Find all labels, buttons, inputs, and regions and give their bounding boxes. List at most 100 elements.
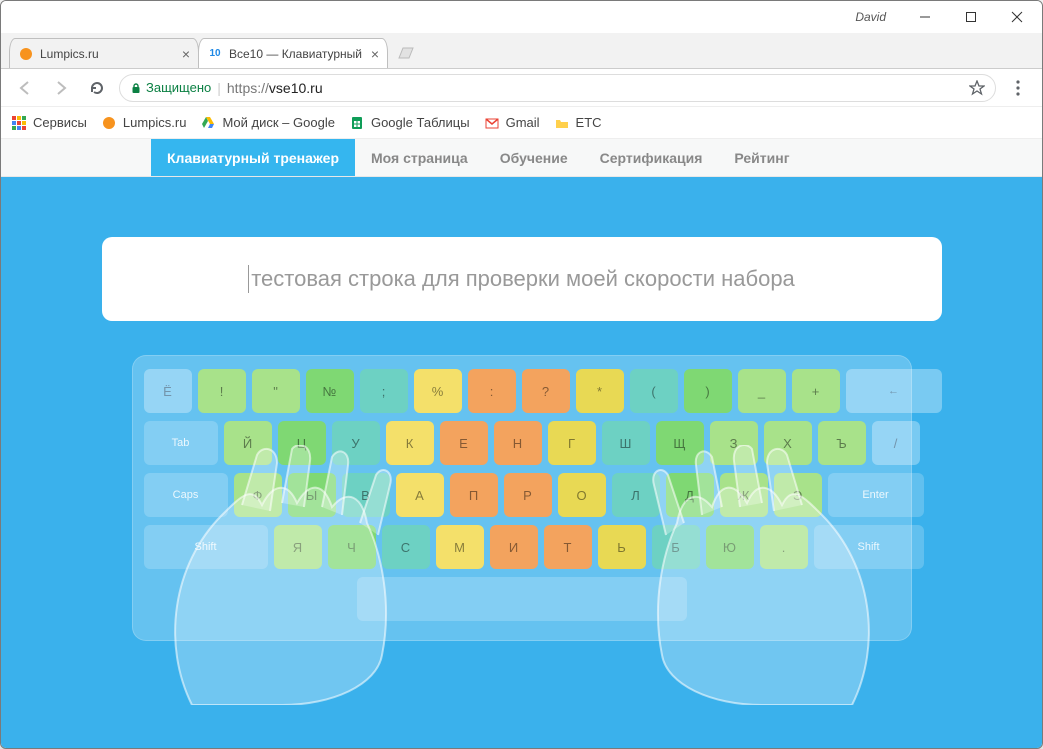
key-?[interactable]: ? (522, 369, 570, 413)
nav-certification[interactable]: Сертификация (584, 139, 719, 176)
bookmark-etc[interactable]: ETC (554, 115, 602, 131)
key-caps[interactable]: Caps (144, 473, 228, 517)
key-shift[interactable]: Shift (144, 525, 268, 569)
key-й[interactable]: Й (224, 421, 272, 465)
key-е[interactable]: Е (440, 421, 488, 465)
key-я[interactable]: Я (274, 525, 322, 569)
key-;[interactable]: ; (360, 369, 408, 413)
keyboard-row-space (144, 577, 900, 621)
key-у[interactable]: У (332, 421, 380, 465)
key-д[interactable]: Д (666, 473, 714, 517)
key-*[interactable]: * (576, 369, 624, 413)
reload-button[interactable] (83, 74, 111, 102)
tab-title: Все10 — Клавиатурный (229, 47, 365, 61)
nav-my-page[interactable]: Моя страница (355, 139, 484, 176)
key-/[interactable]: / (872, 421, 920, 465)
key-р[interactable]: Р (504, 473, 552, 517)
minimize-button[interactable] (902, 2, 948, 32)
key-+[interactable]: + (792, 369, 840, 413)
toolbar: Защищено | https://vse10.ru (1, 69, 1042, 107)
key-э[interactable]: Э (774, 473, 822, 517)
key-%[interactable]: % (414, 369, 462, 413)
forward-button[interactable] (47, 74, 75, 102)
nav-learning[interactable]: Обучение (484, 139, 584, 176)
key-х[interactable]: Х (764, 421, 812, 465)
bookmark-label: Мой диск – Google (222, 115, 335, 130)
profile-name[interactable]: David (855, 10, 886, 24)
apps-button[interactable]: Сервисы (11, 115, 87, 131)
browser-menu-button[interactable] (1004, 74, 1032, 102)
tab-close-icon[interactable]: × (371, 47, 379, 61)
key-:[interactable]: : (468, 369, 516, 413)
back-button[interactable] (11, 74, 39, 102)
bookmark-drive[interactable]: Мой диск – Google (200, 115, 335, 131)
key-"[interactable]: " (252, 369, 300, 413)
separator: | (217, 80, 221, 96)
key-tab[interactable]: Tab (144, 421, 218, 465)
key-ю[interactable]: Ю (706, 525, 754, 569)
key-![interactable]: ! (198, 369, 246, 413)
key-shift[interactable]: Shift (814, 525, 924, 569)
bookmark-label: Google Таблицы (371, 115, 470, 130)
key-.[interactable]: . (760, 525, 808, 569)
key-ч[interactable]: Ч (328, 525, 376, 569)
key-←[interactable]: ← (846, 369, 942, 413)
key-п[interactable]: П (450, 473, 498, 517)
key-щ[interactable]: Щ (656, 421, 704, 465)
key-б[interactable]: Б (652, 525, 700, 569)
bookmark-sheets[interactable]: Google Таблицы (349, 115, 470, 131)
bookmark-star-icon[interactable] (969, 80, 985, 96)
key-н[interactable]: Н (494, 421, 542, 465)
key-_[interactable]: _ (738, 369, 786, 413)
key-enter[interactable]: Enter (828, 473, 924, 517)
tab-close-icon[interactable]: × (182, 47, 190, 61)
key-о[interactable]: О (558, 473, 606, 517)
typing-text: тестовая строка для проверки моей скорос… (251, 266, 795, 292)
keyboard-row-4: ShiftЯЧСМИТЬБЮ.Shift (144, 525, 900, 569)
key-л[interactable]: Л (612, 473, 660, 517)
secure-indicator: Защищено (130, 80, 211, 95)
apps-icon (11, 115, 27, 131)
tab-strip: Lumpics.ru × 10 Все10 — Клавиатурный × (1, 33, 1042, 69)
address-bar[interactable]: Защищено | https://vse10.ru (119, 74, 996, 102)
key-и[interactable]: И (490, 525, 538, 569)
favicon-orange-icon (101, 115, 117, 131)
drive-icon (200, 115, 216, 131)
key-ы[interactable]: Ы (288, 473, 336, 517)
key-ф[interactable]: Ф (234, 473, 282, 517)
tab-vse10[interactable]: 10 Все10 — Клавиатурный × (198, 38, 388, 68)
key-space[interactable] (357, 577, 687, 621)
tab-lumpics[interactable]: Lumpics.ru × (9, 38, 199, 68)
key-с[interactable]: С (382, 525, 430, 569)
nav-rating[interactable]: Рейтинг (718, 139, 805, 176)
key-№[interactable]: № (306, 369, 354, 413)
keyboard-area: Ё!"№;%:?*()_+← TabЙЦУКЕНГШЩЗХЪ/ CapsФЫВА… (132, 355, 912, 641)
maximize-button[interactable] (948, 2, 994, 32)
keyboard-row-2: TabЙЦУКЕНГШЩЗХЪ/ (144, 421, 900, 465)
key-м[interactable]: М (436, 525, 484, 569)
key-ж[interactable]: Ж (720, 473, 768, 517)
key-в[interactable]: В (342, 473, 390, 517)
new-tab-button[interactable] (393, 41, 419, 65)
browser-window: David Lumpics.ru × 10 Все10 — Клавиатурн… (0, 0, 1043, 749)
key-з[interactable]: З (710, 421, 758, 465)
nav-trainer[interactable]: Клавиатурный тренажер (151, 139, 355, 176)
gmail-icon (484, 115, 500, 131)
folder-icon (554, 115, 570, 131)
key-а[interactable]: А (396, 473, 444, 517)
key-([interactable]: ( (630, 369, 678, 413)
close-button[interactable] (994, 2, 1040, 32)
typing-input[interactable]: тестовая строка для проверки моей скорос… (102, 237, 942, 321)
key-ь[interactable]: Ь (598, 525, 646, 569)
key-ц[interactable]: Ц (278, 421, 326, 465)
key-ш[interactable]: Ш (602, 421, 650, 465)
key-ъ[interactable]: Ъ (818, 421, 866, 465)
bookmark-lumpics[interactable]: Lumpics.ru (101, 115, 187, 131)
key-г[interactable]: Г (548, 421, 596, 465)
key-к[interactable]: К (386, 421, 434, 465)
key-)[interactable]: ) (684, 369, 732, 413)
key-т[interactable]: Т (544, 525, 592, 569)
tab-title: Lumpics.ru (40, 47, 176, 61)
bookmark-gmail[interactable]: Gmail (484, 115, 540, 131)
key-ё[interactable]: Ё (144, 369, 192, 413)
